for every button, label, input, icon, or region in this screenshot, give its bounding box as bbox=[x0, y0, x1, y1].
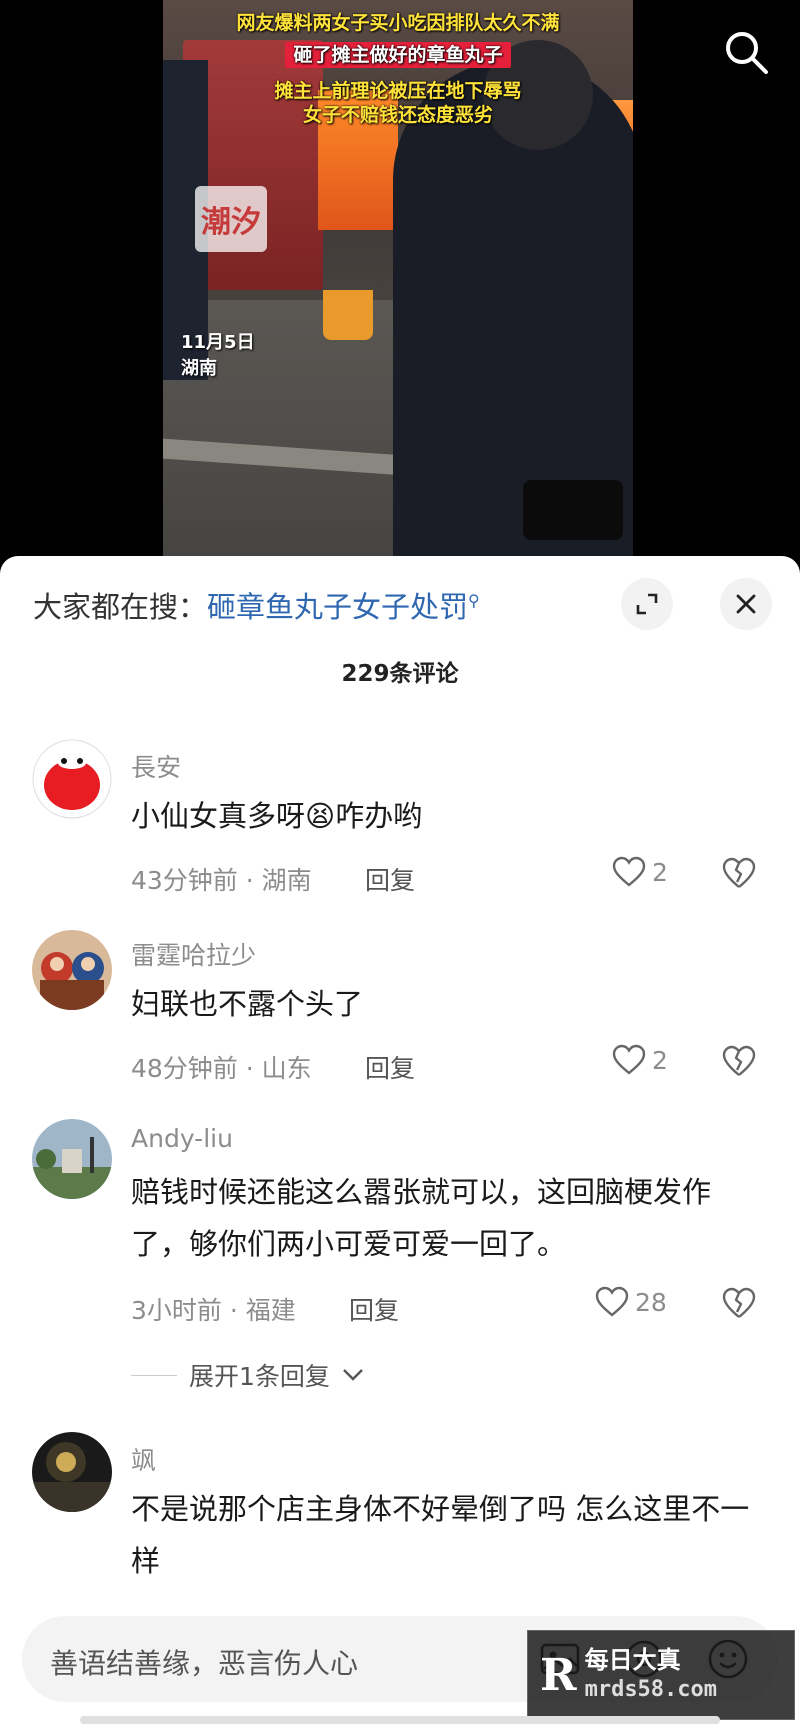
scene-bucket bbox=[323, 290, 373, 340]
search-button[interactable] bbox=[718, 24, 774, 80]
comment-meta: 3小时前 · 福建 bbox=[131, 1296, 296, 1325]
home-indicator bbox=[80, 1716, 720, 1724]
comment-text: 不是说那个店主身体不好晕倒了吗 怎么这里不一样 bbox=[131, 1492, 750, 1578]
dislike-button[interactable] bbox=[721, 1044, 757, 1080]
watermark-logo: R bbox=[540, 1649, 577, 1701]
like-count: 28 bbox=[635, 1287, 667, 1317]
video-caption: 女子不赔钱还态度恶劣 bbox=[302, 104, 493, 126]
heart-icon bbox=[595, 1286, 629, 1317]
scene-phone bbox=[523, 480, 623, 540]
emoji-sticker: 😫 bbox=[305, 799, 336, 833]
heart-icon bbox=[612, 856, 646, 887]
like-button[interactable]: 2 bbox=[612, 1044, 668, 1076]
avatar[interactable] bbox=[32, 739, 112, 819]
channel-logo: 潮汐 bbox=[195, 186, 267, 252]
dislike-button[interactable] bbox=[721, 856, 757, 892]
comment-text-part: 咋办哟 bbox=[335, 799, 423, 833]
reply-button[interactable]: 回复 bbox=[349, 1291, 399, 1327]
comment-text-part: 小仙女真多呀 bbox=[131, 799, 306, 833]
expand-replies-button[interactable]: 展开1条回复 bbox=[131, 1357, 364, 1393]
broken-heart-icon bbox=[722, 1045, 756, 1076]
comment-author[interactable]: 雷霆哈拉少 bbox=[131, 936, 256, 972]
avatar[interactable] bbox=[32, 1119, 112, 1199]
comment-author[interactable]: 飒 bbox=[131, 1441, 156, 1477]
video-date-location: 11月5日 湖南 bbox=[181, 330, 255, 382]
like-button[interactable]: 2 bbox=[612, 856, 668, 888]
comment-meta: 48分钟前 · 山东 bbox=[131, 1054, 312, 1083]
comment-author[interactable]: Andy-liu bbox=[131, 1124, 233, 1153]
video-location: 湖南 bbox=[181, 358, 217, 379]
comment-author[interactable]: 長安 bbox=[131, 748, 181, 784]
caption-highlight-text: 砸了摊主做好的章鱼丸子 bbox=[285, 42, 511, 68]
avatar[interactable] bbox=[32, 930, 112, 1010]
divider bbox=[131, 1374, 177, 1376]
close-icon bbox=[736, 594, 756, 614]
trending-search-query[interactable]: 砸章鱼丸子女子处罚 bbox=[207, 590, 468, 624]
expand-button[interactable] bbox=[621, 578, 673, 630]
comment-sheet: 大家都在搜：砸章鱼丸子女子处罚⚲ 229条评论 長安 小仙女真多呀😫咋办哟 43… bbox=[0, 556, 800, 1724]
avatar[interactable] bbox=[32, 1432, 112, 1512]
video-caption-highlight: 砸了摊主做好的章鱼丸子 bbox=[163, 40, 633, 68]
video-caption: 摊主上前理论被压在地下辱骂 bbox=[274, 80, 522, 102]
search-icon: ⚲ bbox=[468, 591, 480, 611]
video-player[interactable]: 网友爆料两女子买小吃因排队太久不满 砸了摊主做好的章鱼丸子 摊主上前理论被压在地… bbox=[0, 0, 800, 560]
like-count: 2 bbox=[652, 1045, 668, 1075]
like-button[interactable]: 28 bbox=[595, 1286, 667, 1318]
comment-input-placeholder: 善语结善缘，恶言伤人心 bbox=[50, 1647, 359, 1680]
comment-text: 小仙女真多呀😫咋办哟 bbox=[131, 790, 751, 842]
broken-heart-icon bbox=[722, 857, 756, 888]
comment-text: 赔钱时候还能这么嚣张就可以，这回脑梗发作了，够你们两小可爱可爱一回了。 bbox=[131, 1175, 712, 1261]
chevron-down-icon bbox=[343, 1369, 363, 1381]
site-watermark: R 每日大真 mrds58.com bbox=[527, 1630, 795, 1720]
trending-search-label: 大家都在搜： bbox=[33, 590, 208, 624]
heart-icon bbox=[612, 1044, 646, 1075]
comment-meta: 43分钟前 · 湖南 bbox=[131, 866, 312, 895]
watermark-text: 每日大真 mrds58.com bbox=[585, 1645, 717, 1705]
video-frame[interactable]: 网友爆料两女子买小吃因排队太久不满 砸了摊主做好的章鱼丸子 摊主上前理论被压在地… bbox=[163, 0, 633, 560]
watermark-url: mrds58.com bbox=[584, 1677, 718, 1702]
landscape-avatar-icon bbox=[32, 1119, 112, 1199]
trending-search[interactable]: 大家都在搜：砸章鱼丸子女子处罚⚲ bbox=[33, 584, 480, 626]
tomato-avatar-icon bbox=[32, 739, 112, 819]
video-caption: 网友爆料两女子买小吃因排队太久不满 bbox=[236, 12, 560, 34]
expand-icon bbox=[636, 593, 658, 615]
expand-replies-label: 展开1条回复 bbox=[189, 1362, 330, 1391]
like-count: 2 bbox=[652, 857, 668, 887]
opera-avatar-icon bbox=[32, 930, 112, 1010]
watermark-title: 每日大真 bbox=[584, 1646, 681, 1674]
search-icon bbox=[726, 32, 768, 74]
comment-count: 229条评论 bbox=[341, 661, 459, 687]
reply-button[interactable]: 回复 bbox=[365, 861, 415, 897]
close-button[interactable] bbox=[720, 578, 772, 630]
night-avatar-icon bbox=[32, 1432, 112, 1512]
video-date: 11月5日 bbox=[181, 332, 255, 353]
dislike-button[interactable] bbox=[721, 1286, 757, 1322]
broken-heart-icon bbox=[722, 1287, 756, 1318]
reply-button[interactable]: 回复 bbox=[365, 1049, 415, 1085]
comment-text: 妇联也不露个头了 bbox=[131, 987, 364, 1021]
